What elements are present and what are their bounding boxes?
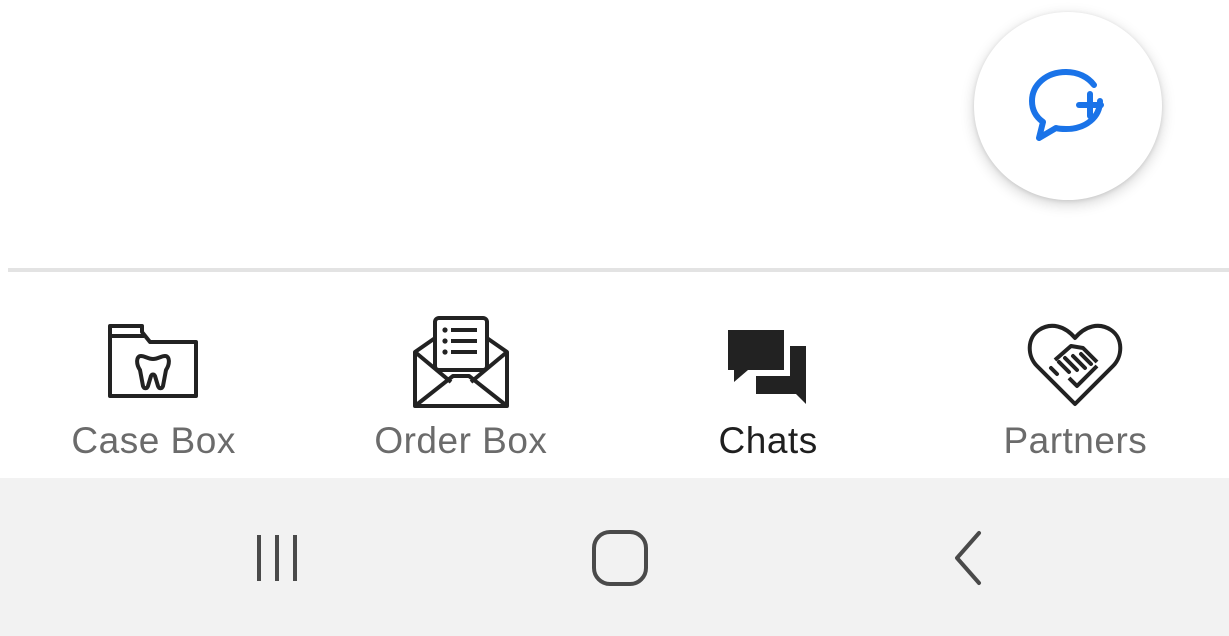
nav-item-chats[interactable]: Chats [615,272,922,478]
new-chat-button[interactable] [974,12,1162,200]
nav-label-chats: Chats [718,420,818,461]
nav-label-order-box: Order Box [374,420,548,461]
bottom-navigation: Case Box Order Box Chats Partners [0,272,1229,478]
nav-item-partners[interactable]: Partners [922,272,1229,478]
recent-apps-button[interactable] [232,518,322,598]
chats-content-area [0,0,1229,270]
envelope-list-icon [406,312,516,412]
nav-label-case-box: Case Box [71,420,236,461]
home-icon [592,530,648,586]
nav-item-order-box[interactable]: Order Box [307,272,614,478]
home-button[interactable] [573,518,663,598]
system-navigation-bar [0,478,1229,636]
app-screen: Case Box Order Box Chats Partners [0,0,1229,636]
back-icon [955,531,981,585]
nav-item-case-box[interactable]: Case Box [0,272,307,478]
chat-bubbles-icon [713,312,823,412]
heart-handshake-icon [1020,312,1130,412]
tooth-folder-icon [99,312,209,412]
nav-label-partners: Partners [1003,420,1148,461]
recent-apps-icon [257,535,297,581]
chat-add-icon [1029,69,1104,141]
back-button[interactable] [920,518,1010,598]
